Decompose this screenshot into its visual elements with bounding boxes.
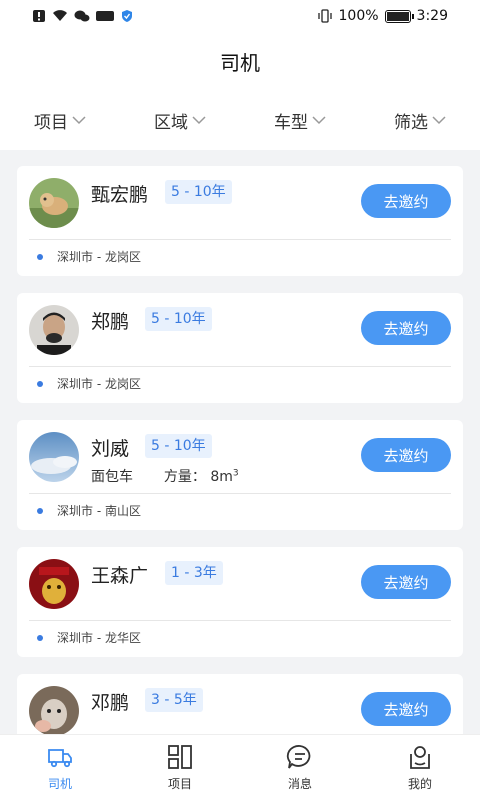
alert-icon bbox=[33, 10, 45, 22]
driver-card[interactable]: 邓鹏 3 - 5年 去邀约 bbox=[17, 674, 463, 734]
tab-messages[interactable]: 消息 bbox=[240, 735, 360, 800]
location-text: 深圳市 - 龙岗区 bbox=[57, 377, 141, 391]
vibrate-icon bbox=[317, 9, 332, 23]
status-icons-left bbox=[32, 9, 134, 23]
filter-vehicle-type[interactable]: 车型 bbox=[240, 108, 360, 133]
invite-button[interactable]: 去邀约 bbox=[361, 692, 451, 726]
invite-button[interactable]: 去邀约 bbox=[361, 184, 451, 218]
filter-more[interactable]: 筛选 bbox=[360, 108, 480, 133]
tab-label: 我的 bbox=[407, 777, 432, 791]
avatar bbox=[29, 305, 79, 355]
driver-card[interactable]: 甄宏鹏 5 - 10年 去邀约 深圳市 - 龙岗区 bbox=[17, 166, 463, 276]
driver-card[interactable]: 刘威 5 - 10年 面包车 方量： 8m3 去邀约 深圳市 - 南山区 bbox=[17, 420, 463, 530]
divider bbox=[29, 493, 451, 494]
location-dot-icon bbox=[37, 634, 43, 641]
driver-name: 郑鹏 bbox=[91, 311, 130, 333]
location: 深圳市 - 龙岗区 bbox=[37, 248, 141, 265]
clock: 3:29 bbox=[416, 8, 448, 24]
location: 深圳市 - 南山区 bbox=[37, 502, 141, 519]
shield-icon bbox=[122, 10, 132, 22]
capacity-label: 方量： bbox=[163, 469, 206, 485]
filter-bar: 项目 区域 车型 筛选 bbox=[0, 90, 480, 150]
chevron-down-icon bbox=[432, 116, 446, 125]
avatar bbox=[29, 559, 79, 609]
experience-badge: 1 - 3年 bbox=[165, 561, 223, 585]
driver-card[interactable]: 王森广 1 - 3年 去邀约 深圳市 - 龙华区 bbox=[17, 547, 463, 657]
bottom-tab-bar: 司机 项目 消息 我的 bbox=[0, 734, 480, 800]
driver-name: 甄宏鹏 bbox=[91, 184, 149, 206]
tab-profile[interactable]: 我的 bbox=[360, 735, 480, 800]
tab-label: 消息 bbox=[287, 777, 312, 791]
divider bbox=[29, 620, 451, 621]
hd-icon bbox=[96, 11, 114, 21]
experience-badge: 3 - 5年 bbox=[145, 688, 203, 712]
avatar bbox=[29, 178, 79, 228]
battery-icon bbox=[384, 9, 414, 23]
driver-name: 王森广 bbox=[91, 565, 149, 587]
divider bbox=[29, 239, 451, 240]
truck-icon bbox=[48, 749, 72, 768]
capacity-unit-superscript: 3 bbox=[232, 468, 239, 479]
experience-badge: 5 - 10年 bbox=[145, 434, 212, 458]
capacity-value: 8m bbox=[210, 469, 233, 485]
location-dot-icon bbox=[37, 507, 43, 514]
experience-badge: 5 - 10年 bbox=[145, 307, 212, 331]
location-text: 深圳市 - 龙华区 bbox=[57, 631, 141, 645]
location: 深圳市 - 龙华区 bbox=[37, 629, 141, 646]
invite-button[interactable]: 去邀约 bbox=[361, 438, 451, 472]
filter-label: 车型 bbox=[274, 112, 308, 133]
page-title: 司机 bbox=[220, 50, 260, 75]
tab-label: 司机 bbox=[47, 777, 72, 791]
filter-label: 筛选 bbox=[394, 112, 428, 133]
filter-region[interactable]: 区域 bbox=[120, 108, 240, 133]
avatar bbox=[29, 432, 79, 482]
filter-label: 区域 bbox=[154, 112, 188, 133]
battery-percent: 100% bbox=[338, 8, 379, 24]
avatar bbox=[29, 686, 79, 734]
chevron-down-icon bbox=[192, 116, 206, 125]
location-dot-icon bbox=[37, 380, 43, 387]
wifi-icon bbox=[53, 10, 67, 21]
status-bar: 100% 3:29 bbox=[0, 0, 480, 32]
vehicle-type: 面包车 bbox=[91, 469, 133, 485]
driver-list[interactable]: 甄宏鹏 5 - 10年 去邀约 深圳市 - 龙岗区 郑鹏 5 - 10年 去邀约… bbox=[0, 150, 480, 734]
invite-button[interactable]: 去邀约 bbox=[361, 311, 451, 345]
chevron-down-icon bbox=[72, 116, 86, 125]
location-text: 深圳市 - 龙岗区 bbox=[57, 250, 141, 264]
wechat-icon bbox=[74, 10, 90, 22]
driver-name: 邓鹏 bbox=[91, 692, 130, 714]
status-icons-right: 100% 3:29 bbox=[317, 8, 448, 24]
location-text: 深圳市 - 南山区 bbox=[57, 504, 141, 518]
tab-label: 项目 bbox=[167, 777, 192, 791]
location-dot-icon bbox=[37, 253, 43, 260]
grid-icon bbox=[168, 745, 192, 769]
page-header: 司机 bbox=[0, 32, 480, 90]
driver-name: 刘威 bbox=[91, 438, 130, 460]
driver-card[interactable]: 郑鹏 5 - 10年 去邀约 深圳市 - 龙岗区 bbox=[17, 293, 463, 403]
filter-label: 项目 bbox=[34, 112, 68, 133]
invite-button[interactable]: 去邀约 bbox=[361, 565, 451, 599]
chevron-down-icon bbox=[312, 116, 326, 125]
message-icon bbox=[286, 745, 311, 769]
experience-badge: 5 - 10年 bbox=[165, 180, 232, 204]
location: 深圳市 - 龙岗区 bbox=[37, 375, 141, 392]
filter-project[interactable]: 项目 bbox=[0, 108, 120, 133]
tab-drivers[interactable]: 司机 bbox=[0, 735, 120, 800]
divider bbox=[29, 366, 451, 367]
profile-icon bbox=[410, 746, 430, 769]
tab-projects[interactable]: 项目 bbox=[120, 735, 240, 800]
vehicle-info: 面包车 方量： 8m3 bbox=[91, 466, 239, 486]
